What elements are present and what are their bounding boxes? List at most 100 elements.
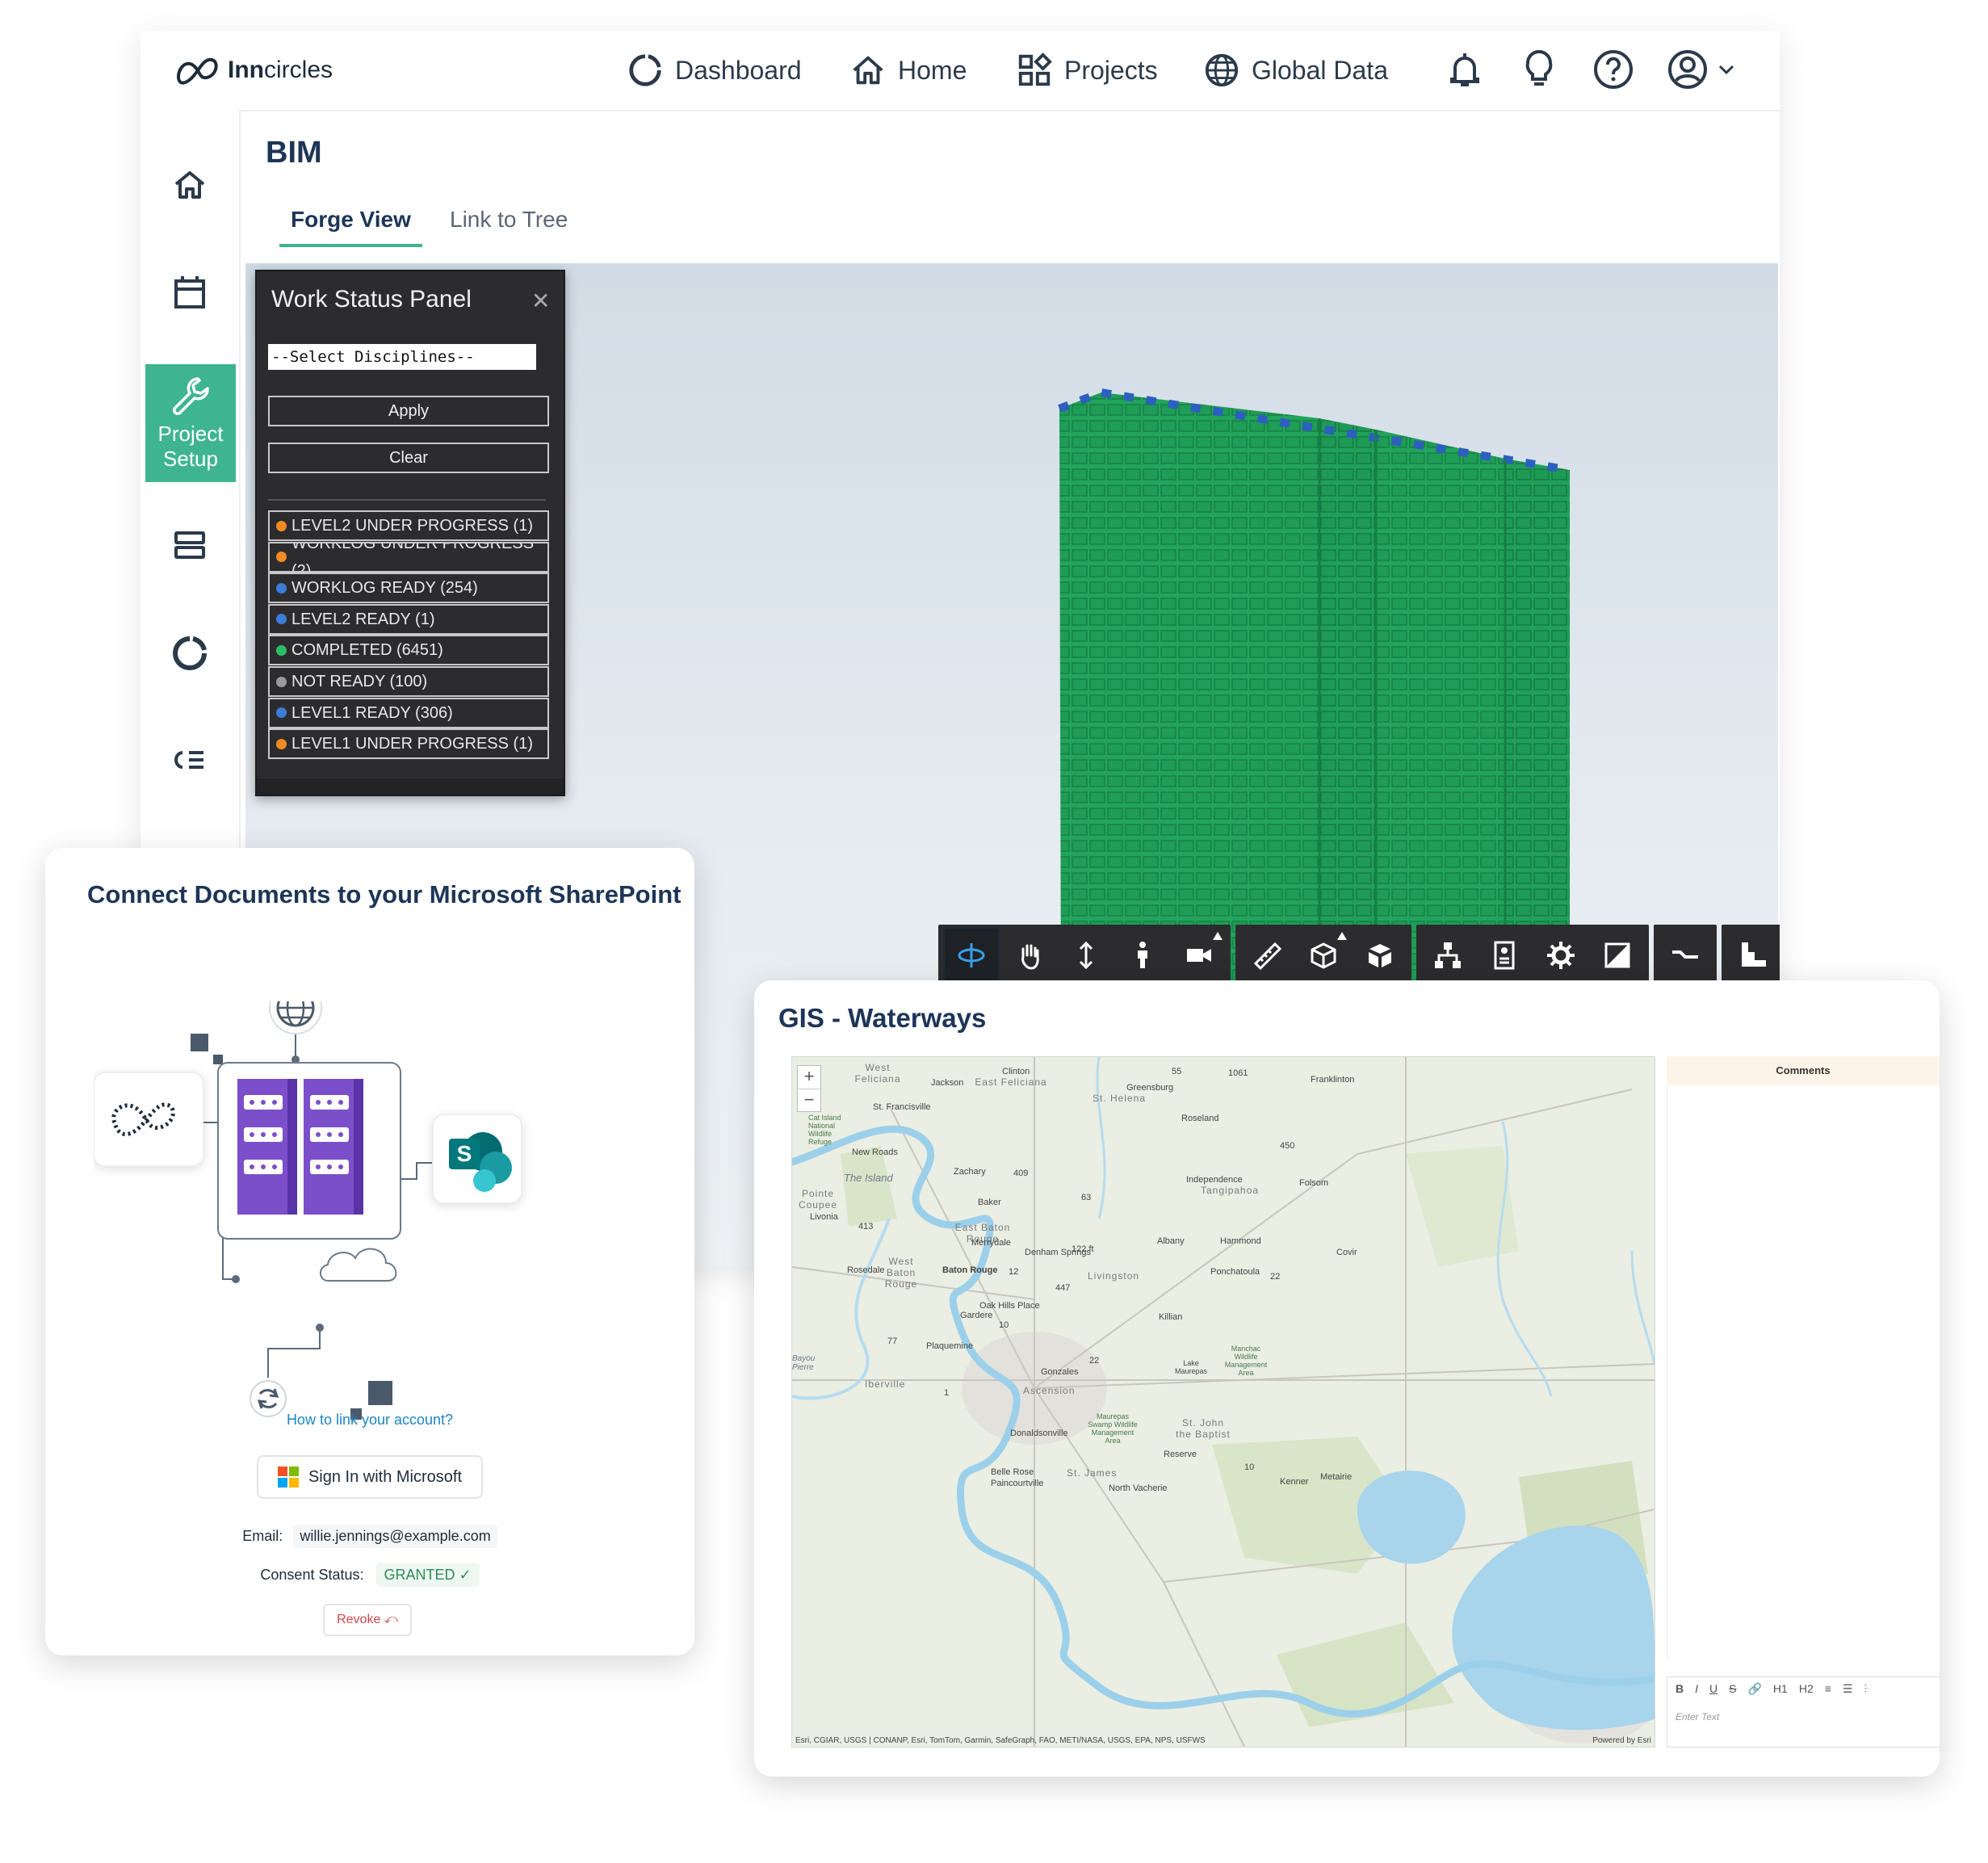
link-button[interactable]: 🔗 (1747, 1682, 1761, 1696)
route-label: 10 (1244, 1462, 1255, 1472)
apply-button[interactable]: Apply (268, 396, 549, 426)
comment-input[interactable]: Enter Text (1676, 1711, 1719, 1722)
camera-button[interactable] (1172, 929, 1226, 982)
top-bar: Inncircles Dashboard Home Projects Globa… (141, 31, 1780, 111)
section-icon (1311, 942, 1336, 969)
comment-editor[interactable]: B I U S 🔗 H1 H2 ≡ ☰ ⫶ Enter Text (1667, 1676, 1940, 1748)
map-label: Killian (1159, 1312, 1183, 1322)
clear-button[interactable]: Clear (268, 443, 549, 473)
sidebar-item-home[interactable] (165, 160, 215, 210)
map-label: Bayou Pierre (792, 1354, 816, 1372)
sign-in-microsoft-button[interactable]: Sign In with Microsoft (257, 1455, 483, 1499)
email-label: Email: (242, 1528, 283, 1544)
map-label: Oak Hills Place (979, 1301, 1040, 1311)
revoke-button[interactable]: Revoke ⤺ (323, 1604, 412, 1636)
route-label: 447 (1055, 1283, 1071, 1293)
nav-global-data[interactable]: Global Data (1203, 45, 1388, 95)
settings-button[interactable] (1534, 929, 1587, 982)
level-icon (1672, 950, 1698, 959)
heading2-button[interactable]: H2 (1799, 1682, 1814, 1696)
toolbar-chart-group (1722, 925, 1780, 986)
user-menu-button[interactable] (1665, 47, 1746, 92)
heading1-button[interactable]: H1 (1773, 1682, 1788, 1696)
fullscreen-button[interactable] (1591, 929, 1644, 982)
model-tree-icon (1435, 942, 1461, 968)
section-button[interactable] (1297, 929, 1350, 982)
disciplines-select[interactable]: --Select Disciplines-- (268, 344, 536, 370)
bim-building-model[interactable] (1053, 386, 1586, 1016)
status-label: COMPLETED (6451) (291, 641, 443, 660)
sidebar-item-dashboard[interactable] (165, 628, 215, 678)
align-button[interactable]: ⫶ (1864, 1682, 1867, 1696)
gis-title: GIS - Waterways (778, 1003, 987, 1033)
sidebar-item-layers[interactable] (165, 520, 215, 570)
infinity-logo-icon (177, 57, 218, 85)
map-label: St. James (1067, 1467, 1118, 1479)
brand-logo[interactable]: Inncircles (174, 50, 333, 90)
zoom-in-button[interactable]: + (798, 1066, 820, 1089)
ordered-list-button[interactable]: ≡ (1825, 1682, 1831, 1696)
brand-name: Inncircles (228, 57, 333, 83)
status-filter-item[interactable]: LEVEL2 UNDER PROGRESS (1) (268, 510, 549, 541)
nav-projects[interactable]: Projects (1016, 45, 1158, 95)
nav-dashboard[interactable]: Dashboard (627, 45, 802, 95)
italic-button[interactable]: I (1695, 1682, 1698, 1696)
underline-button[interactable]: U (1709, 1682, 1717, 1696)
explode-icon (1369, 944, 1391, 967)
map-label: West Feliciana (854, 1062, 901, 1085)
gis-card: GIS - Waterways + − West Feliciana Clint… (754, 980, 1940, 1777)
tab-forge-view[interactable]: Forge View (279, 207, 422, 247)
walk-button[interactable] (1116, 929, 1169, 982)
orbit-icon (958, 943, 985, 967)
status-filter-item[interactable]: WORKLOG READY (254) (268, 573, 549, 604)
route-label: 63 (1081, 1193, 1092, 1202)
status-filter-item[interactable]: LEVEL1 UNDER PROGRESS (1) (268, 728, 549, 760)
strike-button[interactable]: S (1729, 1682, 1736, 1696)
sidebar-item-checklist[interactable] (165, 735, 215, 785)
ideas-button[interactable] (1516, 47, 1562, 92)
route-label: 22 (1089, 1356, 1100, 1366)
bold-button[interactable]: B (1676, 1682, 1684, 1696)
email-value: willie.jennings@example.com (293, 1525, 497, 1548)
sidebar-item-calendar[interactable] (165, 268, 215, 318)
chart-icon (1742, 942, 1766, 967)
levels-button[interactable] (1659, 929, 1712, 982)
status-label: LEVEL1 READY (306) (291, 703, 453, 722)
help-button[interactable] (1591, 47, 1636, 92)
status-filter-item[interactable]: COMPLETED (6451) (268, 635, 549, 666)
measure-button[interactable] (1240, 929, 1294, 982)
status-filter-item[interactable]: WORKLOG UNDER PROGRESS (2) (268, 541, 549, 573)
route-label: 55 (1172, 1067, 1182, 1076)
status-filter-item[interactable]: NOT READY (100) (268, 666, 549, 697)
map-label: Livingston (1088, 1270, 1140, 1282)
nav-label: Dashboard (675, 55, 802, 85)
sidebar-item-project-setup[interactable]: Project Setup (145, 364, 236, 482)
pan-button[interactable] (1003, 929, 1056, 982)
orbit-button[interactable] (943, 927, 1000, 984)
map-label: Plaquemine (926, 1341, 974, 1351)
waterways-map[interactable]: + − West Feliciana Clinton Jackson East … (791, 1056, 1655, 1748)
explode-button[interactable] (1353, 929, 1407, 982)
home-icon (853, 56, 883, 85)
route-label: 1 (944, 1388, 950, 1398)
nav-home[interactable]: Home (849, 45, 967, 95)
sharepoint-title: Connect Documents to your Microsoft Shar… (87, 880, 682, 908)
map-label: Gardere (960, 1311, 993, 1320)
properties-icon (1494, 941, 1515, 970)
how-to-link-link[interactable]: How to link your account? (45, 1412, 694, 1429)
tab-link-to-tree[interactable]: Link to Tree (450, 207, 568, 244)
zoom-button[interactable] (1059, 929, 1113, 982)
model-tree-button[interactable] (1421, 929, 1474, 982)
work-status-panel[interactable]: Work Status Panel ✕ --Select Disciplines… (255, 270, 565, 796)
map-label: Gonzales (1041, 1367, 1079, 1377)
zoom-out-button[interactable]: − (798, 1089, 820, 1112)
route-label: 450 (1280, 1141, 1295, 1151)
status-filter-item[interactable]: LEVEL1 READY (306) (268, 697, 549, 728)
notifications-button[interactable] (1442, 47, 1487, 92)
status-filter-item[interactable]: LEVEL2 READY (1) (268, 603, 549, 635)
bullet-list-button[interactable]: ☰ (1843, 1682, 1853, 1696)
properties-button[interactable] (1478, 929, 1531, 982)
chart-button[interactable] (1726, 929, 1780, 982)
route-label: 10 (999, 1320, 1009, 1330)
close-icon[interactable]: ✕ (531, 287, 550, 314)
